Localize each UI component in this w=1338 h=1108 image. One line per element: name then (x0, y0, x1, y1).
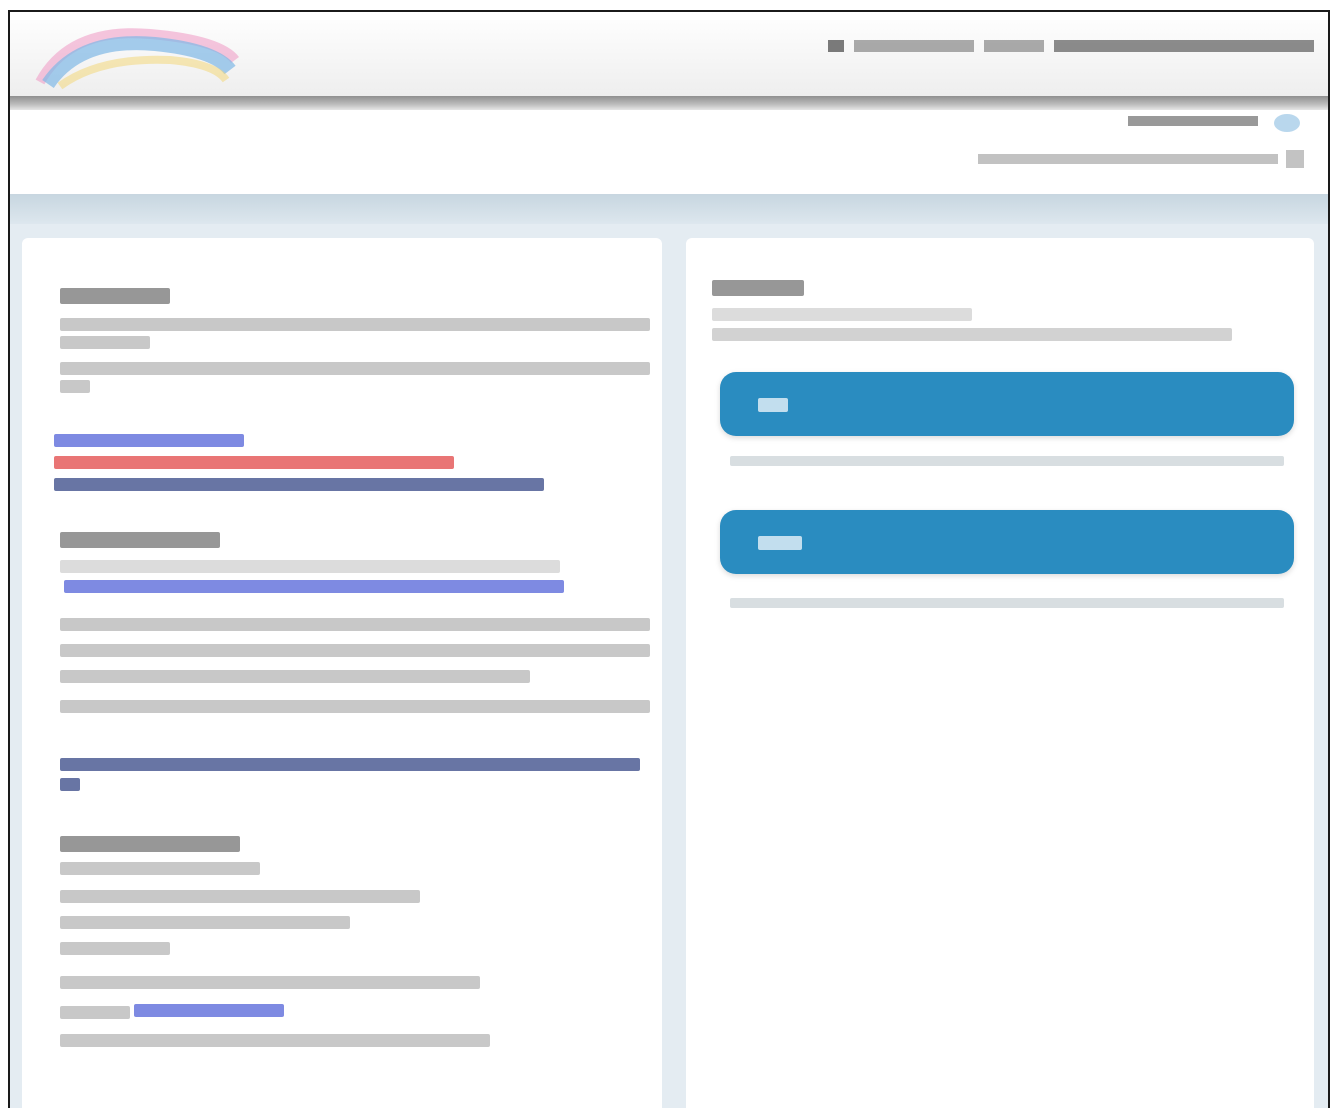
top-link[interactable] (854, 40, 974, 52)
left-panel (22, 238, 662, 1108)
section-heading (60, 532, 220, 548)
section-text (60, 1006, 130, 1019)
primary-action-button[interactable] (720, 372, 1294, 436)
link[interactable] (134, 1004, 284, 1017)
section-text (60, 976, 480, 989)
section-text (60, 560, 560, 573)
header-icon[interactable] (1286, 150, 1304, 168)
user-status-text (1128, 116, 1258, 126)
section-text (60, 380, 90, 393)
browser-window (8, 10, 1330, 1108)
button-description (730, 456, 1284, 466)
header-band (10, 110, 1328, 194)
notice-text (60, 778, 80, 791)
button-label (758, 536, 802, 550)
top-link[interactable] (1054, 40, 1314, 52)
section-text (60, 362, 650, 375)
link[interactable] (54, 434, 244, 447)
section-text (60, 890, 420, 903)
panel-text (712, 308, 972, 321)
section-text (60, 618, 650, 631)
main-content (10, 224, 1328, 1108)
link[interactable] (64, 580, 564, 593)
section-text (60, 1034, 490, 1047)
user-icon[interactable] (1274, 114, 1300, 132)
panel-heading (712, 280, 804, 296)
section-text (60, 916, 350, 929)
notice-text (60, 758, 640, 771)
section-text (60, 670, 530, 683)
section-text (60, 942, 170, 955)
header-subtext (978, 154, 1278, 164)
top-link-icon[interactable] (828, 40, 844, 52)
top-links (828, 38, 1314, 54)
right-panel (686, 238, 1314, 1108)
section-heading (60, 288, 170, 304)
panel-text (712, 328, 1232, 341)
section-text (60, 862, 260, 875)
section-heading (60, 836, 240, 852)
section-text (60, 700, 650, 713)
button-label (758, 398, 788, 412)
site-logo[interactable] (30, 22, 240, 92)
section-text (60, 644, 650, 657)
section-text (60, 336, 150, 349)
top-divider-bar (10, 96, 1328, 110)
notice-text (54, 478, 544, 491)
top-bar (10, 12, 1328, 96)
button-description (730, 598, 1284, 608)
secondary-action-button[interactable] (720, 510, 1294, 574)
top-link[interactable] (984, 40, 1044, 52)
nav-band (10, 194, 1328, 224)
section-text (60, 318, 650, 331)
warning-text (54, 456, 454, 469)
